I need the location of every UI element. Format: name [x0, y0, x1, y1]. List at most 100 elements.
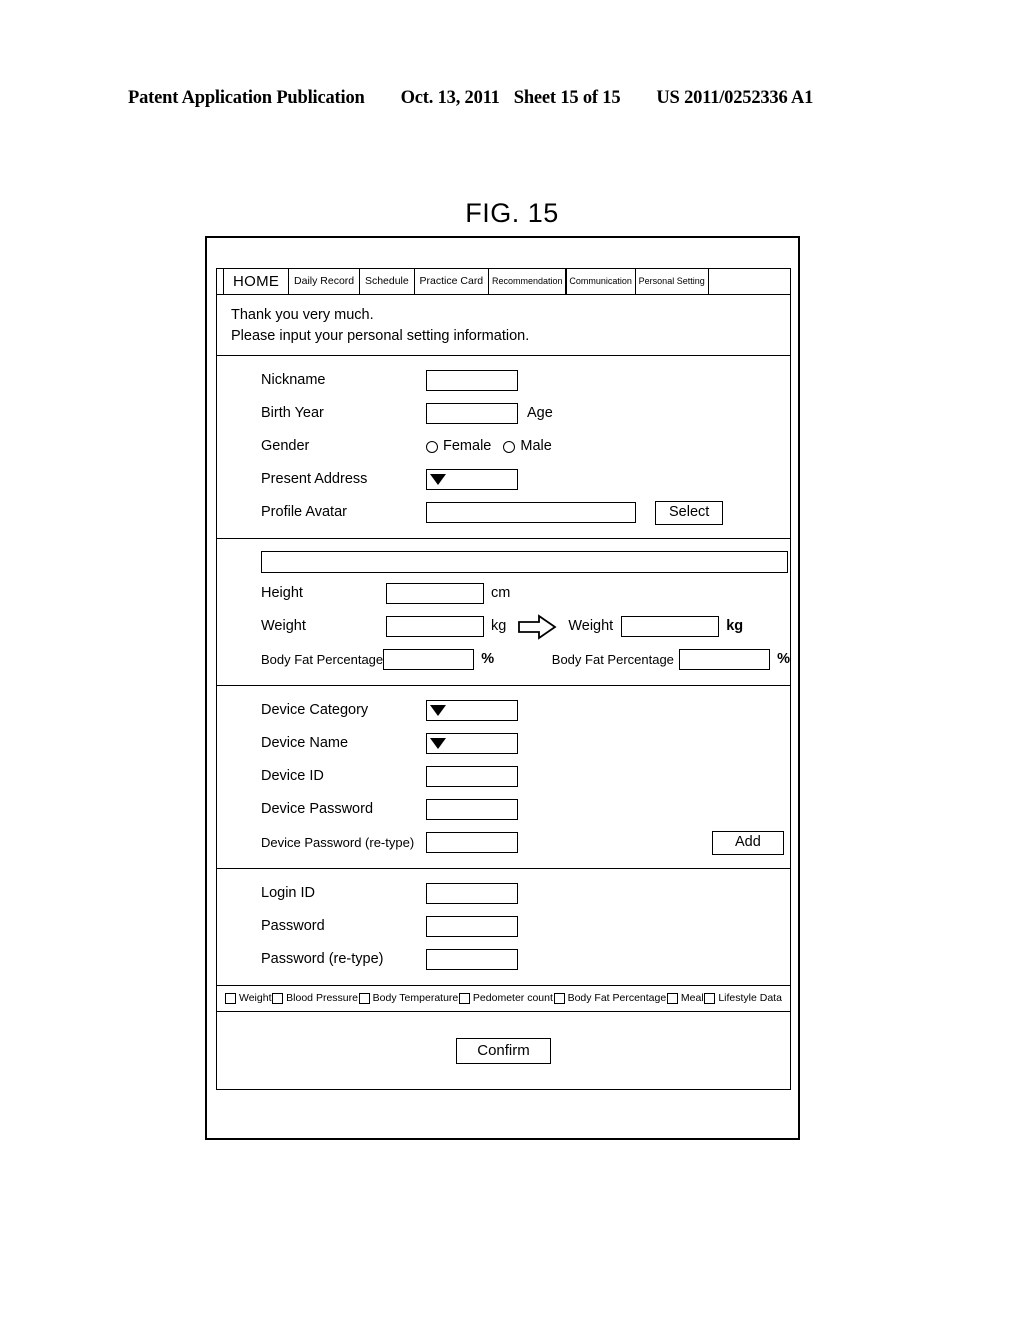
body-fat-unit: % [481, 651, 495, 668]
checkbox-label-blood-pressure: Blood Pressure [286, 992, 358, 1005]
checkbox-icon-weight [225, 993, 236, 1005]
tab-recommendation-label: Recommendation [491, 276, 563, 286]
tab-communication[interactable]: Communication [565, 269, 636, 294]
birth-year-input[interactable] [426, 403, 518, 425]
target-body-fat-unit: % [777, 651, 790, 668]
tab-home[interactable]: HOME [223, 269, 290, 294]
device-id-row: Device ID [217, 760, 790, 793]
password-input[interactable] [426, 916, 518, 938]
tab-daily-record[interactable]: Daily Record [288, 269, 361, 294]
password-row: Password [217, 910, 790, 943]
device-id-input[interactable] [426, 766, 518, 788]
checkbox-item-body-temperature[interactable]: Body Temperature [358, 992, 459, 1005]
body-fat-row: Body Fat Percentage % Body Fat Percentag… [217, 643, 790, 676]
tab-communication-label: Communication [569, 276, 632, 286]
checkbox-item-weight[interactable]: Weight [225, 993, 272, 1005]
device-name-dropdown[interactable] [426, 733, 518, 755]
target-body-fat-input[interactable] [678, 649, 771, 671]
device-password-input[interactable] [426, 799, 518, 821]
login-section: Login ID Password Password (re-type) [217, 869, 790, 987]
publication-title: Patent Application Publication [128, 88, 365, 108]
tab-practice-card[interactable]: Practice Card [413, 269, 490, 294]
login-id-input[interactable] [426, 883, 518, 905]
weight-input[interactable] [386, 616, 484, 638]
weight-unit: kg [491, 618, 507, 635]
tab-daily-record-label: Daily Record [294, 275, 355, 288]
checkbox-icon-meal [666, 993, 678, 1005]
device-section: Device Category Device Name Device ID De… [217, 686, 790, 870]
body-measurement-section: Height cm Weight kg Weight kg Body Fat P… [217, 539, 790, 687]
device-password-row: Device Password [217, 793, 790, 826]
device-category-row: Device Category [217, 694, 790, 727]
checkbox-icon-body-fat-percentage [553, 993, 565, 1005]
tab-personal-setting[interactable]: Personal Setting [634, 269, 709, 294]
present-address-dropdown[interactable] [426, 469, 518, 491]
height-unit: cm [491, 585, 511, 602]
password-label: Password [261, 918, 325, 935]
gender-row: Gender Female Male [217, 430, 790, 463]
tab-personal-setting-label: Personal Setting [638, 276, 705, 286]
target-body-fat-label: Body Fat Percentage [551, 652, 674, 668]
device-password-retype-input[interactable] [426, 832, 518, 854]
height-label: Height [261, 585, 303, 602]
confirm-button[interactable]: Confirm [456, 1037, 551, 1065]
checkbox-label-body-temperature: Body Temperature [372, 992, 459, 1005]
gender-radio-group: Female Male [426, 439, 564, 454]
screen-frame: HOME Daily Record Schedule Practice Card… [205, 236, 800, 1140]
gender-male-label: Male [520, 438, 552, 455]
add-button[interactable]: Add [712, 830, 784, 855]
device-password-label: Device Password [261, 801, 374, 818]
profile-avatar-row: Profile Avatar Select [217, 496, 790, 529]
checkbox-label-body-fat-percentage: Body Fat Percentage [567, 992, 667, 1005]
age-label: Age [527, 405, 553, 422]
checkbox-item-pedometer-count[interactable]: Pedometer count [458, 992, 553, 1005]
tab-bar: HOME Daily Record Schedule Practice Card… [217, 269, 790, 295]
profile-section: Nickname Birth Year Age Gender Female Ma… [217, 356, 790, 540]
select-button[interactable]: Select [655, 500, 724, 525]
password-retype-row: Password (re-type) [217, 943, 790, 976]
body-top-bar-input[interactable] [261, 551, 788, 574]
login-id-row: Login ID [217, 877, 790, 910]
checkbox-label-pedometer-count: Pedometer count [472, 992, 553, 1005]
chevron-down-icon [430, 705, 446, 717]
checkbox-icon-blood-pressure [272, 993, 284, 1005]
nickname-label: Nickname [261, 372, 326, 389]
checkbox-icon-lifestyle-data [704, 993, 716, 1005]
checkbox-item-body-fat-percentage[interactable]: Body Fat Percentage [553, 992, 667, 1005]
checkbox-item-lifestyle-data[interactable]: Lifestyle Data [704, 993, 782, 1005]
publication-date: Oct. 13, 2011 [400, 88, 500, 108]
profile-avatar-label: Profile Avatar [261, 504, 347, 521]
gender-female-label: Female [443, 438, 492, 455]
present-address-row: Present Address [217, 463, 790, 496]
body-fat-input[interactable] [383, 649, 475, 671]
nickname-row: Nickname [217, 364, 790, 397]
target-weight-label: Weight [568, 618, 614, 635]
gender-option-male[interactable]: Male [503, 438, 552, 455]
device-name-label: Device Name [261, 735, 349, 752]
weight-label: Weight [261, 618, 306, 635]
radio-icon-male [503, 440, 516, 453]
app-window: HOME Daily Record Schedule Practice Card… [216, 268, 791, 1090]
birth-year-label: Birth Year [261, 405, 324, 422]
target-weight-input[interactable] [621, 616, 720, 638]
device-category-dropdown[interactable] [426, 700, 518, 722]
tab-practice-card-label: Practice Card [419, 275, 484, 288]
nickname-input[interactable] [426, 370, 518, 392]
tab-schedule-label: Schedule [364, 275, 409, 288]
profile-avatar-input[interactable] [426, 502, 636, 524]
message-line-1: Thank you very much. [231, 307, 374, 323]
weight-row: Weight kg Weight kg [217, 610, 790, 643]
publication-number: US 2011/0252336 A1 [656, 88, 814, 108]
present-address-label: Present Address [261, 471, 368, 488]
tab-schedule[interactable]: Schedule [358, 269, 415, 294]
chevron-down-icon [430, 474, 446, 486]
gender-option-female[interactable]: Female [426, 439, 491, 454]
checkbox-item-blood-pressure[interactable]: Blood Pressure [272, 992, 358, 1005]
body-top-bar-row [217, 547, 790, 577]
body-fat-label: Body Fat Percentage [261, 652, 384, 668]
radio-icon-female [426, 440, 438, 453]
tab-recommendation[interactable]: Recommendation [487, 269, 567, 294]
password-retype-input[interactable] [426, 949, 518, 971]
checkbox-item-meal[interactable]: Meal [666, 993, 704, 1005]
height-input[interactable] [386, 583, 484, 605]
